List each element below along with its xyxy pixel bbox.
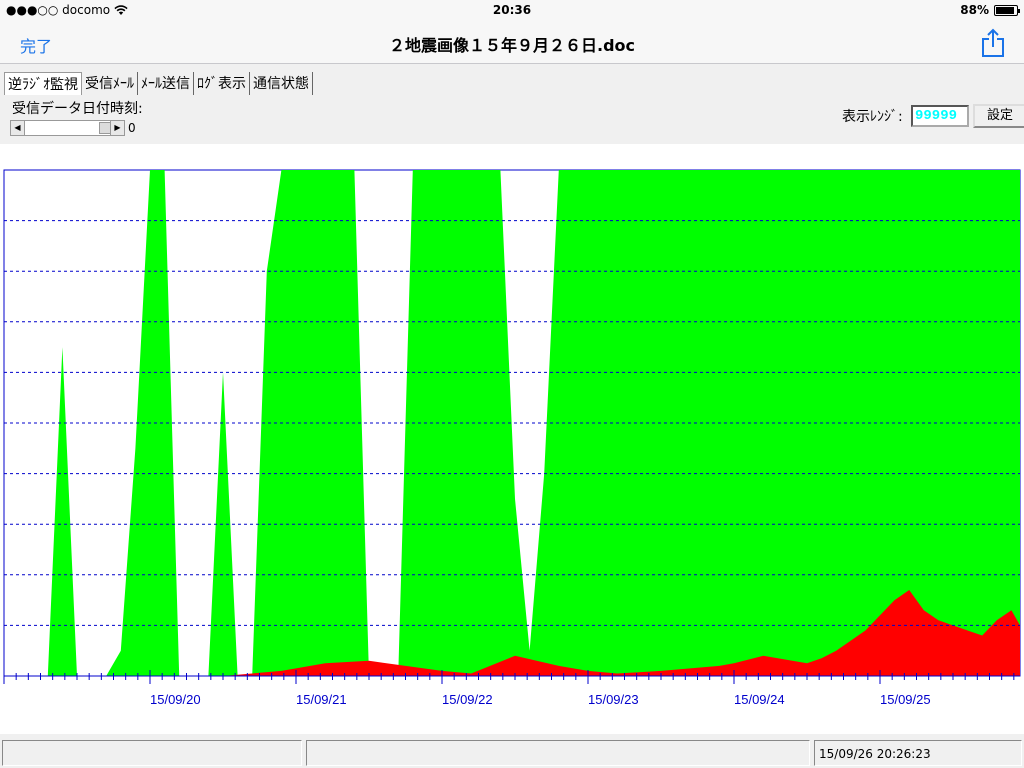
chart-area: 15/09/20 15/09/21 15/09/22 15/09/23 15/09/24… bbox=[0, 144, 1024, 734]
scroll-value: 0 bbox=[128, 121, 136, 135]
share-icon[interactable] bbox=[980, 28, 1006, 58]
tab-send-mail[interactable]: ﾒｰﾙ送信 bbox=[138, 72, 194, 95]
app-window: 逆ﾗｼﾞｵ監視 受信ﾒｰﾙ ﾒｰﾙ送信 ﾛｸﾞ表示 通信状態 受信データ日付時刻… bbox=[0, 64, 1024, 768]
tab-comm-status[interactable]: 通信状態 bbox=[250, 72, 313, 95]
document-title: ２地震画像１５年９月２６日.doc bbox=[388, 36, 635, 55]
scroll-left-icon[interactable]: ◀ bbox=[11, 121, 25, 135]
tab-strip: 逆ﾗｼﾞｵ監視 受信ﾒｰﾙ ﾒｰﾙ送信 ﾛｸﾞ表示 通信状態 bbox=[4, 72, 313, 95]
display-range-input[interactable] bbox=[911, 105, 969, 127]
set-button[interactable]: 設定 bbox=[973, 104, 1024, 128]
x-tick-label: 15/09/23 bbox=[588, 692, 639, 707]
status-panels: 15/09/26 20:26:23 bbox=[0, 738, 1024, 768]
x-tick-label: 15/09/24 bbox=[734, 692, 785, 707]
x-tick-label: 15/09/25 bbox=[880, 692, 931, 707]
received-datetime-label: 受信データ日付時刻: bbox=[12, 101, 143, 117]
display-range-label: 表示ﾚﾝｼﾞ: bbox=[842, 109, 903, 125]
ios-screen: ●●●○○ docomo 20:36 88% 完了 ２地震画像１５年９月２６日.… bbox=[0, 0, 1024, 768]
tab-log-view[interactable]: ﾛｸﾞ表示 bbox=[194, 72, 250, 95]
status-bar: ●●●○○ docomo 20:36 88% bbox=[0, 0, 1024, 22]
tab-received-mail[interactable]: 受信ﾒｰﾙ bbox=[82, 72, 138, 95]
battery-percent: 88% bbox=[960, 3, 989, 17]
navigation-bar: 完了 ２地震画像１５年９月２６日.doc bbox=[0, 22, 1024, 64]
clock: 20:36 bbox=[492, 3, 532, 17]
date-scrollbar[interactable]: ◀ ▶ bbox=[10, 120, 125, 136]
status-panel-timestamp: 15/09/26 20:26:23 bbox=[814, 740, 1022, 766]
x-tick-label: 15/09/20 bbox=[150, 692, 201, 707]
battery-icon bbox=[994, 4, 1020, 16]
scroll-right-icon[interactable]: ▶ bbox=[110, 121, 124, 135]
status-panel-2 bbox=[306, 740, 810, 766]
x-tick-label: 15/09/21 bbox=[296, 692, 347, 707]
x-tick-label: 15/09/22 bbox=[442, 692, 493, 707]
signal-chart: 15/09/20 15/09/21 15/09/22 15/09/23 15/09/24… bbox=[3, 169, 1021, 707]
tab-reverse-radio-monitor[interactable]: 逆ﾗｼﾞｵ監視 bbox=[4, 72, 82, 95]
battery-info: 88% bbox=[960, 3, 1020, 17]
status-panel-1 bbox=[2, 740, 302, 766]
